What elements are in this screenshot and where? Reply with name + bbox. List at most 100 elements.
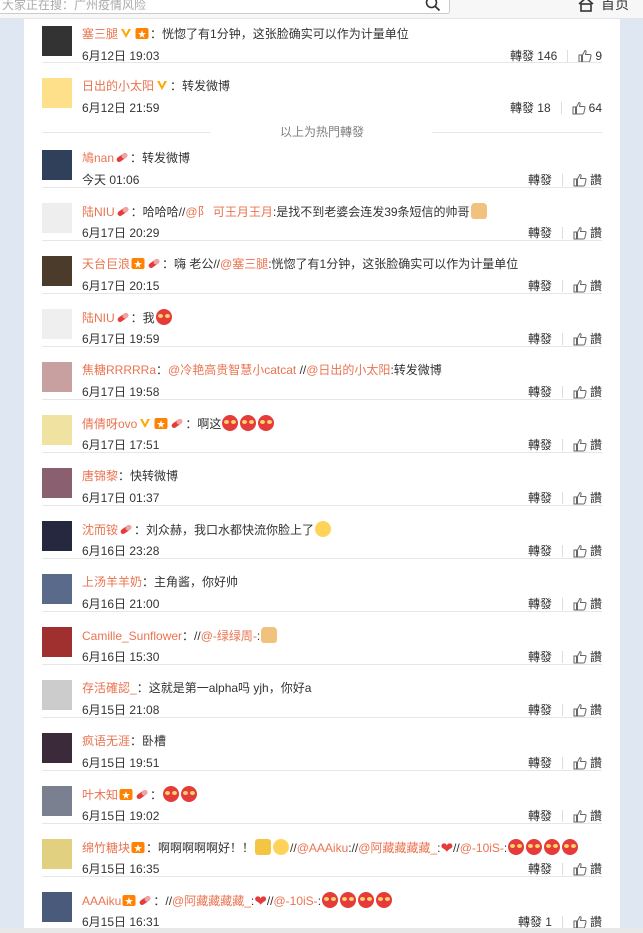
comment-actions: 轉發 讚 — [528, 331, 602, 347]
repost-button[interactable]: 轉發 — [528, 702, 552, 718]
username-link[interactable]: 陆NIU — [82, 205, 115, 219]
repost-button[interactable]: 轉發 — [528, 384, 552, 400]
mention-link[interactable]: @阝 可王月王月 — [185, 205, 273, 219]
username-link[interactable]: AAAiku — [82, 894, 121, 908]
like-button[interactable]: 讚 — [573, 702, 602, 718]
horizontal-scrollbar[interactable] — [0, 928, 643, 933]
like-button[interactable]: 讚 — [573, 755, 602, 771]
like-button[interactable]: 讚 — [573, 384, 602, 400]
username-link[interactable]: 上汤羊羊奶 — [82, 575, 142, 589]
avatar[interactable] — [42, 733, 72, 763]
repost-button[interactable]: 轉發 — [528, 490, 552, 506]
username-link[interactable]: 日出的小太阳 — [82, 79, 154, 93]
list-divider — [42, 187, 602, 188]
repost-button[interactable]: 轉發 18 — [510, 100, 551, 116]
avatar[interactable] — [42, 468, 72, 498]
like-button[interactable]: 讚 — [573, 808, 602, 824]
action-separator — [567, 50, 569, 62]
username-link[interactable]: 天台巨浪 — [82, 257, 130, 271]
avatar[interactable] — [42, 203, 72, 233]
search-icon[interactable] — [425, 0, 441, 12]
comment-item: 天台巨浪 ：嗨 老公//@塞三腿:恍惚了有1分钟，这张脸确实可以作为计量单位 6月1… — [24, 256, 620, 296]
repost-button[interactable]: 轉發 — [528, 437, 552, 453]
like-button[interactable]: 讚 — [573, 490, 602, 506]
repost-button[interactable]: 轉發 — [528, 649, 552, 665]
heart-eyes-emoji-icon — [155, 309, 172, 325]
avatar[interactable] — [42, 362, 72, 392]
avatar[interactable] — [42, 839, 72, 869]
avatar[interactable] — [42, 892, 72, 922]
crying-emoji-icon — [273, 839, 290, 855]
comment-text: 叶木知 ： — [82, 786, 198, 803]
comment-timestamp: 6月15日 19:51 — [82, 756, 160, 770]
mention-link[interactable]: @日出的小太阳 — [306, 363, 390, 377]
action-separator — [561, 280, 563, 292]
repost-button[interactable]: 轉發 — [528, 225, 552, 241]
like-button[interactable]: 讚 — [573, 225, 602, 241]
comment-body-text: :转发微博 — [390, 363, 442, 377]
avatar[interactable] — [42, 309, 72, 339]
avatar[interactable] — [42, 26, 72, 56]
repost-button[interactable]: 轉發 — [528, 755, 552, 771]
username-link[interactable]: 塞三腿 — [82, 27, 118, 41]
username-link[interactable]: 陆NIU — [82, 311, 115, 325]
repost-button[interactable]: 轉發 — [528, 543, 552, 559]
repost-button[interactable]: 轉發 — [528, 278, 552, 294]
like-button[interactable]: 讚 — [573, 172, 602, 188]
heart-eyes-emoji-icon — [258, 415, 275, 431]
like-count: 讚 — [589, 756, 602, 770]
username-link[interactable]: 沈而铵 — [82, 523, 118, 537]
mention-link[interactable]: @冷艳高贵智慧小catcat — [168, 363, 296, 377]
username-link[interactable]: Camille_Sunflower — [82, 629, 182, 643]
repost-button[interactable]: 轉發 — [528, 596, 552, 612]
comment-body-text: ： — [156, 363, 169, 377]
like-button[interactable]: 讚 — [573, 861, 602, 877]
mention-link[interactable]: @AAAiku — [297, 841, 349, 855]
repost-button[interactable]: 轉發 — [528, 861, 552, 877]
username-link[interactable]: 绵竹糖块 — [82, 841, 130, 855]
home-link[interactable]: 首页 — [577, 0, 629, 14]
mention-link[interactable]: @阿藏藏藏藏_ — [358, 841, 437, 855]
thumbs-up-icon — [573, 491, 587, 505]
comment-body-text: :恍惚了有1分钟，这张脸确实可以作为计量单位 — [268, 257, 519, 271]
avatar[interactable] — [42, 574, 72, 604]
like-button[interactable]: 讚 — [573, 437, 602, 453]
like-button[interactable]: 讚 — [573, 331, 602, 347]
mention-link[interactable]: @-绿绿周- — [201, 629, 257, 643]
repost-button[interactable]: 轉發 — [528, 808, 552, 824]
username-link[interactable]: 焦糖RRRRRa — [82, 363, 156, 377]
avatar[interactable] — [42, 415, 72, 445]
like-count: 讚 — [589, 385, 602, 399]
repost-button[interactable]: 轉發 — [528, 331, 552, 347]
repost-button[interactable]: 轉發 — [528, 172, 552, 188]
avatar[interactable] — [42, 78, 72, 108]
mention-link[interactable]: @阿藏藏藏藏_ — [172, 894, 251, 908]
username-link[interactable]: 倩倩呀ovo — [82, 417, 137, 431]
like-button[interactable]: 讚 — [573, 596, 602, 612]
username-link[interactable]: 叶木知 — [82, 788, 118, 802]
search-input[interactable] — [0, 0, 410, 12]
comment-body-text: ：这就是第一alpha吗 yjh，你好a — [136, 681, 312, 695]
username-link[interactable]: 存活確認_ — [82, 681, 137, 695]
avatar[interactable] — [42, 786, 72, 816]
like-button[interactable]: 讚 — [573, 543, 602, 559]
list-divider — [42, 558, 602, 559]
heart-eyes-emoji-icon — [544, 839, 561, 855]
mention-link[interactable]: @塞三腿 — [220, 257, 268, 271]
avatar[interactable] — [42, 256, 72, 286]
like-button[interactable]: 讚 — [573, 278, 602, 294]
like-button[interactable]: 64 — [572, 100, 602, 116]
avatar[interactable] — [42, 150, 72, 180]
mention-link[interactable]: @-10iS- — [460, 841, 504, 855]
username-link[interactable]: 鳩nan — [82, 151, 114, 165]
comment-actions: 轉發 讚 — [528, 543, 602, 559]
avatar[interactable] — [42, 627, 72, 657]
avatar[interactable] — [42, 521, 72, 551]
avatar[interactable] — [42, 680, 72, 710]
like-button[interactable]: 讚 — [573, 649, 602, 665]
username-link[interactable]: 疯语无涯 — [82, 734, 130, 748]
username-link[interactable]: 唐锦黎 — [82, 469, 118, 483]
mention-link[interactable]: @-10iS- — [273, 894, 317, 908]
search-box[interactable] — [0, 0, 450, 14]
thumbs-up-icon — [573, 650, 587, 664]
